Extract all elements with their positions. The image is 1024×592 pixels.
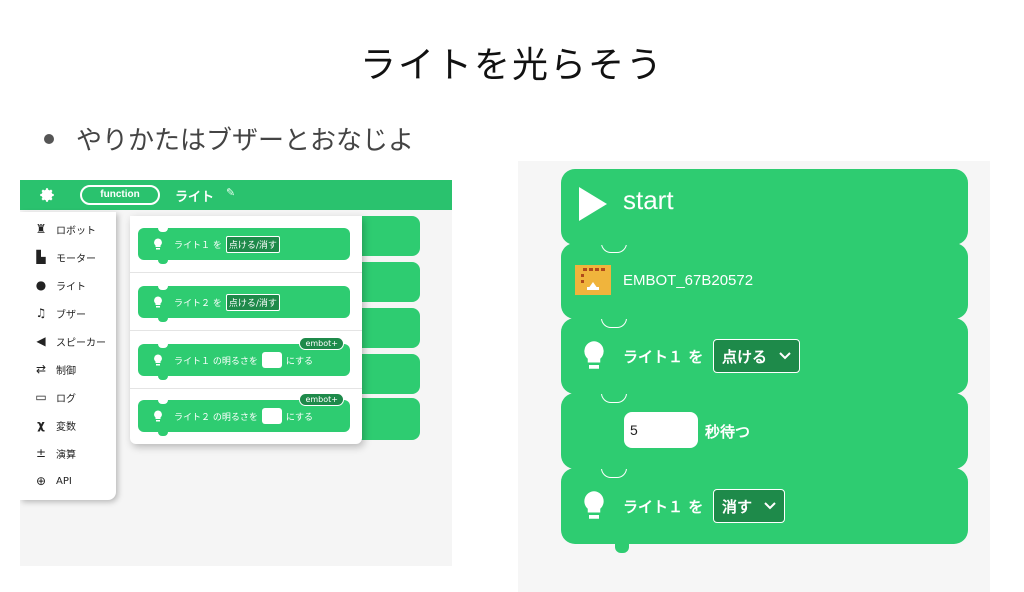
toolbox-item-math[interactable]: ± 演算 bbox=[20, 440, 116, 466]
onoff-dropdown[interactable]: 点ける/消す bbox=[225, 235, 280, 253]
math-icon: ± bbox=[35, 446, 47, 460]
toolbox-item-light[interactable]: ● ライト bbox=[20, 272, 116, 298]
motor-icon: ▙ bbox=[36, 250, 46, 264]
robot-icon: ♜ bbox=[35, 222, 47, 236]
block-text: ライト１ を bbox=[623, 498, 704, 516]
wait-seconds-input[interactable]: 5 bbox=[624, 412, 698, 448]
block-notch bbox=[158, 286, 168, 290]
category-toolbox: ♜ ロボット ▙ モーター ● ライト ♫ ブザー ◀ スピーカー ⇄ 制御 ▭… bbox=[20, 212, 116, 500]
block-text: ライト２ の明るさを bbox=[174, 412, 258, 423]
flyout-block-light1-brightness[interactable]: embot+ ライト１ の明るさを にする bbox=[138, 337, 350, 380]
bullet-item: やりかたはブザーとおなじよ bbox=[44, 120, 414, 157]
block-flyout: ライト１ を 点ける/消す ライト２ を 点ける/消す embot+ ライト１ … bbox=[130, 216, 362, 444]
bullet-text: やりかたはブザーとおなじよ bbox=[76, 126, 415, 156]
variable-x-icon: χ bbox=[37, 418, 45, 432]
toolbox-item-speaker[interactable]: ◀ スピーカー bbox=[20, 328, 116, 354]
toolbox-label: モーター bbox=[56, 253, 96, 265]
toolbox-item-api[interactable]: ⊕ API bbox=[20, 468, 116, 494]
flyout-block-light2-brightness[interactable]: embot+ ライト２ の明るさを にする bbox=[138, 393, 350, 436]
block-notch bbox=[601, 318, 627, 328]
light-on-block[interactable]: ライト１ を 点ける bbox=[561, 318, 968, 394]
category-title: ライト bbox=[175, 190, 215, 205]
dropdown-value: 点ける bbox=[722, 347, 768, 366]
shuffle-icon: ⇄ bbox=[35, 362, 47, 376]
editor-header-bar: function ライト ✎ bbox=[20, 180, 452, 210]
play-icon bbox=[579, 187, 607, 221]
start-label: start bbox=[623, 185, 674, 215]
block-text: にする bbox=[285, 356, 313, 367]
toolbox-label: 演算 bbox=[56, 449, 76, 461]
music-note-icon: ♫ bbox=[35, 306, 47, 320]
lightbulb-icon bbox=[154, 410, 162, 422]
embot-robot-icon bbox=[575, 265, 611, 295]
flyout-divider bbox=[130, 330, 362, 331]
toolbox-label: スピーカー bbox=[56, 337, 106, 349]
block-text: ライト１ を bbox=[623, 348, 704, 366]
gear-icon[interactable] bbox=[38, 186, 56, 204]
block-editor-panel: function ライト ✎ ♜ ロボット ▙ モーター ● ライト ♫ ブザー… bbox=[20, 180, 452, 566]
lightbulb-icon: ● bbox=[35, 278, 47, 292]
brightness-input[interactable] bbox=[261, 352, 282, 368]
block-nub bbox=[158, 258, 168, 264]
bullet-dot-icon bbox=[44, 133, 54, 144]
pencil-icon[interactable]: ✎ bbox=[226, 186, 235, 199]
block-text: 秒待つ bbox=[705, 423, 751, 441]
flyout-divider bbox=[130, 272, 362, 273]
block-text: にする bbox=[285, 412, 313, 423]
block-nub bbox=[158, 316, 168, 322]
log-icon: ▭ bbox=[35, 390, 47, 404]
onoff-dropdown[interactable]: 点ける/消す bbox=[225, 293, 280, 311]
light-state-dropdown[interactable]: 点ける bbox=[713, 339, 801, 373]
globe-icon: ⊕ bbox=[35, 474, 47, 488]
embot-name: EMBOT_67B20572 bbox=[623, 272, 754, 289]
block-bottom-nub bbox=[615, 543, 629, 553]
toolbox-label: 制御 bbox=[56, 365, 76, 377]
toolbox-item-control[interactable]: ⇄ 制御 bbox=[20, 356, 116, 382]
embot-plus-badge: embot+ bbox=[299, 337, 344, 350]
toolbox-label: 変数 bbox=[56, 421, 76, 433]
block-notch bbox=[158, 228, 168, 232]
chevron-down-icon bbox=[764, 502, 776, 510]
function-button[interactable]: function bbox=[80, 185, 160, 205]
block-nub bbox=[158, 430, 168, 436]
start-block[interactable]: start bbox=[561, 169, 968, 245]
block-notch bbox=[158, 344, 168, 348]
toolbox-label: ロボット bbox=[56, 225, 96, 237]
wait-block[interactable]: 5 秒待つ bbox=[561, 393, 968, 469]
block-notch bbox=[601, 393, 627, 403]
toolbox-item-motor[interactable]: ▙ モーター bbox=[20, 244, 116, 270]
toolbox-label: API bbox=[56, 475, 72, 487]
toolbox-item-robot[interactable]: ♜ ロボット bbox=[20, 216, 116, 242]
chevron-down-icon bbox=[779, 352, 791, 360]
flyout-block-light2-onoff[interactable]: ライト２ を 点ける/消す bbox=[138, 286, 350, 322]
light-state-dropdown[interactable]: 消す bbox=[713, 489, 786, 523]
toolbox-item-log[interactable]: ▭ ログ bbox=[20, 384, 116, 410]
brightness-input[interactable] bbox=[261, 408, 282, 424]
dropdown-value: 消す bbox=[722, 497, 753, 516]
light-off-block[interactable]: ライト１ を 消す bbox=[561, 468, 968, 544]
toolbox-label: ログ bbox=[56, 393, 76, 405]
embot-plus-badge: embot+ bbox=[299, 393, 344, 406]
flyout-divider bbox=[130, 388, 362, 389]
lightbulb-icon bbox=[154, 296, 162, 308]
block-nub bbox=[158, 374, 168, 380]
toolbox-label: ライト bbox=[56, 281, 86, 293]
toolbox-item-buzzer[interactable]: ♫ ブザー bbox=[20, 300, 116, 326]
lightbulb-icon bbox=[154, 238, 162, 250]
block-text: ライト１ の明るさを bbox=[174, 356, 258, 367]
lightbulb-icon bbox=[154, 354, 162, 366]
program-panel: start EMBOT_67B20572 ライト１ を 点ける 5 秒待つ ライ… bbox=[518, 161, 990, 592]
lightbulb-icon bbox=[584, 491, 604, 519]
toolbox-label: ブザー bbox=[56, 309, 86, 321]
embot-select-block[interactable]: EMBOT_67B20572 bbox=[561, 243, 968, 319]
slide-title: ライトを光らそう bbox=[359, 45, 664, 86]
block-text: ライト２ を bbox=[174, 298, 222, 309]
block-text: ライト１ を bbox=[174, 240, 222, 251]
flyout-block-light1-onoff[interactable]: ライト１ を 点ける/消す bbox=[138, 228, 350, 264]
lightbulb-icon bbox=[584, 341, 604, 369]
toolbox-item-variable[interactable]: χ 変数 bbox=[20, 412, 116, 438]
block-notch bbox=[601, 468, 627, 478]
block-notch bbox=[158, 400, 168, 404]
speaker-icon: ◀ bbox=[36, 334, 46, 348]
